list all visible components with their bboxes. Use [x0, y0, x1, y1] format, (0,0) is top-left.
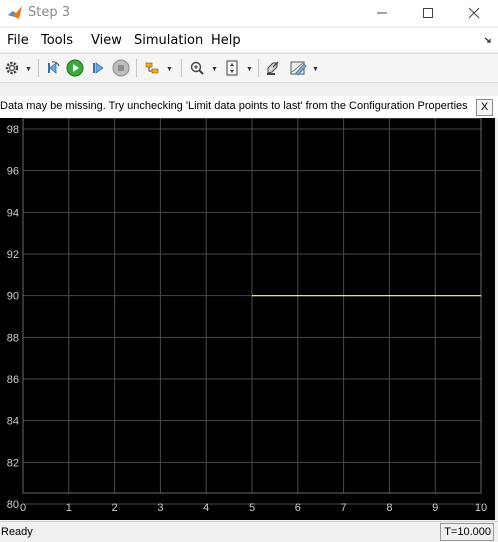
- scale-axes-button[interactable]: [222, 58, 242, 78]
- x-tick-label: 0: [20, 502, 26, 514]
- minimize-icon: [377, 12, 387, 14]
- x-tick-label: 1: [66, 502, 72, 514]
- stop-button[interactable]: [111, 58, 131, 78]
- toolbar-separator: [38, 59, 39, 77]
- x-tick-label: 6: [295, 502, 301, 514]
- maximize-button[interactable]: [405, 0, 451, 26]
- highlight-block-icon: [267, 61, 279, 75]
- menu-simulation[interactable]: Simulation: [134, 33, 203, 48]
- y-tick-label: 84: [7, 416, 19, 428]
- warning-banner: Data may be missing. Try unchecking 'Lim…: [0, 96, 498, 118]
- x-tick-label: 10: [475, 502, 487, 514]
- scope-chart: 80 82 84 86 88 90 92 94 96 98 0 1 2 3 4 5 6 7 8 9 10: [7, 118, 487, 514]
- toolbar-separator: [181, 59, 182, 77]
- toolbar-separator: [136, 59, 137, 77]
- y-tick-label: 82: [7, 457, 19, 469]
- close-button[interactable]: [451, 0, 497, 26]
- menu-file[interactable]: File: [7, 33, 29, 48]
- y-tick-label: 88: [7, 332, 19, 344]
- dropdown-arrow-icon[interactable]: ▼: [312, 66, 319, 73]
- minimize-button[interactable]: [359, 0, 405, 26]
- y-tick-label: 98: [7, 124, 19, 136]
- dropdown-arrow-icon[interactable]: ▼: [246, 66, 253, 73]
- close-icon: [468, 7, 480, 19]
- warning-message: Data may be missing. Try unchecking 'Lim…: [0, 100, 468, 112]
- step-forward-button[interactable]: [88, 58, 108, 78]
- menu-tools[interactable]: Tools: [41, 33, 73, 48]
- matlab-logo-icon: [8, 6, 22, 19]
- menu-bar: File Tools View Simulation Help: [0, 28, 498, 52]
- status-bar: Ready T=10.000: [0, 521, 498, 542]
- toolbar-separator: [258, 59, 259, 77]
- zoom-icon: [190, 61, 204, 75]
- menu-overflow-icon[interactable]: [484, 36, 492, 44]
- signal-select-icon: [145, 62, 159, 74]
- signal-select-button[interactable]: [142, 58, 162, 78]
- gear-icon: [5, 61, 19, 75]
- run-button[interactable]: [65, 58, 85, 78]
- stop-icon: [112, 59, 130, 77]
- dropdown-arrow-icon[interactable]: ▼: [166, 66, 173, 73]
- y-tick-label: 80: [7, 499, 19, 511]
- scale-axes-icon: [226, 60, 238, 76]
- title-bar: Step 3: [0, 0, 498, 26]
- x-tick-label: 7: [341, 502, 347, 514]
- run-icon: [66, 59, 84, 77]
- simulation-time: T=10.000: [440, 523, 494, 541]
- scope-display: 80 82 84 86 88 90 92 94 96 98 0 1 2 3 4 5 6 7 8 9 10: [0, 118, 498, 520]
- menu-help[interactable]: Help: [211, 33, 241, 48]
- y-tick-label: 92: [7, 249, 19, 261]
- dropdown-arrow-icon[interactable]: ▼: [25, 66, 32, 73]
- toolbar: ▼ ▼ ▼ ▼ ▼: [0, 53, 498, 83]
- banner-close-button[interactable]: X: [476, 99, 493, 116]
- dropdown-arrow-icon[interactable]: ▼: [211, 66, 218, 73]
- style-pen-icon: [290, 61, 307, 76]
- step-back-button[interactable]: [43, 58, 63, 78]
- x-tick-label: 4: [203, 502, 209, 514]
- highlight-block-button[interactable]: [263, 58, 283, 78]
- maximize-icon: [423, 8, 433, 18]
- y-tick-label: 94: [7, 207, 19, 219]
- status-text: Ready: [1, 526, 33, 538]
- zoom-button[interactable]: [187, 58, 207, 78]
- x-tick-label: 5: [249, 502, 255, 514]
- x-tick-label: 9: [432, 502, 438, 514]
- x-tick-label: 2: [112, 502, 118, 514]
- step-back-icon: [48, 61, 60, 74]
- y-tick-label: 90: [7, 291, 19, 303]
- style-button[interactable]: [288, 58, 308, 78]
- menu-view[interactable]: View: [91, 33, 122, 48]
- y-tick-label: 86: [7, 374, 19, 386]
- step-forward-icon: [93, 62, 104, 74]
- x-tick-label: 8: [386, 502, 392, 514]
- window-title: Step 3: [28, 5, 71, 20]
- y-tick-label: 96: [7, 166, 19, 178]
- x-tick-label: 3: [157, 502, 163, 514]
- configuration-button[interactable]: [2, 58, 22, 78]
